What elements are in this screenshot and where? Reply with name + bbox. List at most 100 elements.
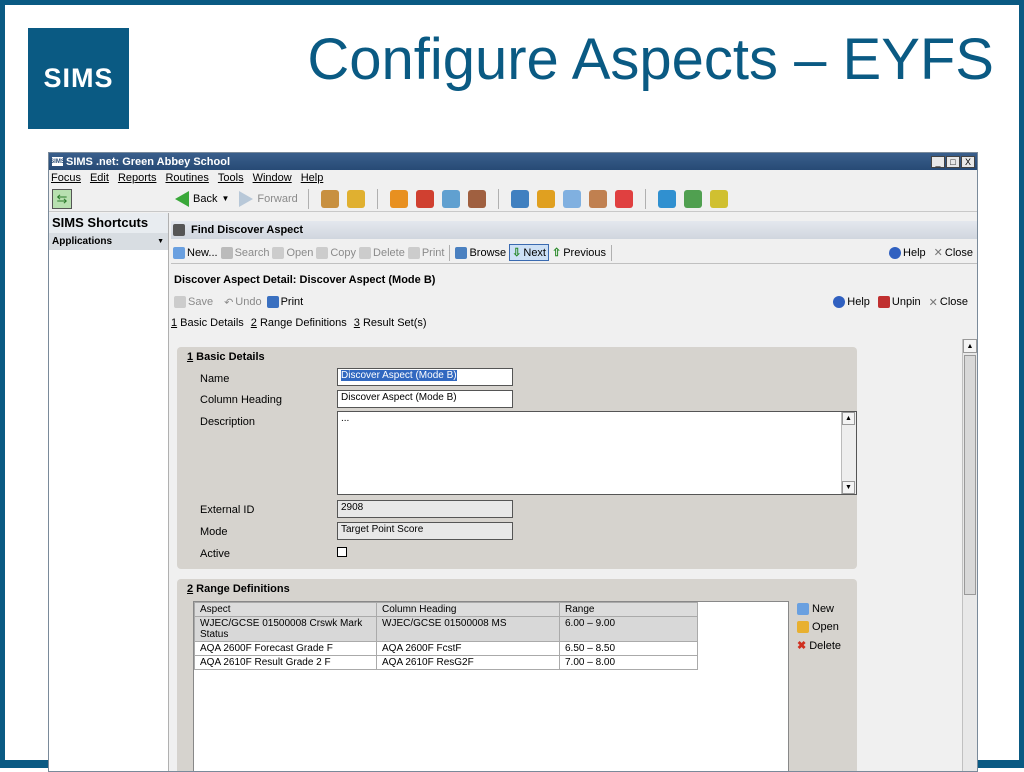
table-row[interactable]: AQA 2610F Result Grade 2 F AQA 2610F Res… [194,655,698,670]
new-icon [797,603,809,615]
new-button[interactable]: New... [173,246,218,259]
applications-dropdown[interactable]: Applications ▼ [49,233,168,250]
people-icon[interactable] [320,189,339,208]
switch-arrows-icon[interactable]: ⇆ [52,188,72,209]
back-dropdown-icon[interactable]: ▼ [221,194,229,203]
link-basic-details[interactable]: 1 Basic Details [171,317,244,329]
undo-button[interactable]: ↶ Undo [224,296,262,309]
delete-label: Delete [373,246,405,259]
import-icon[interactable] [683,189,702,208]
unpin-button[interactable]: Unpin [877,296,921,308]
report-icon[interactable] [536,189,555,208]
column-heading-field[interactable]: Discover Aspect (Mode B) [337,390,513,408]
toolbar-separator [611,244,613,261]
back-arrow-icon[interactable] [175,190,189,207]
detail-close-button[interactable]: ✕ Close [929,296,968,309]
forward-button[interactable]: Forward [257,193,297,205]
browse-icon [455,246,468,259]
forward-arrow-icon[interactable] [239,190,254,207]
column-header-heading[interactable]: Column Heading [376,602,560,617]
chart-icon[interactable] [510,189,529,208]
document-icon[interactable] [562,189,581,208]
menu-edit[interactable]: Edit [90,172,109,184]
column-heading-label: Column Heading [200,394,282,406]
link-result-sets[interactable]: 3 Result Set(s) [354,317,427,329]
mode-label: Mode [200,526,228,538]
link-range-definitions[interactable]: 2 Range Definitions [251,317,347,329]
description-value: ... [341,413,350,424]
open-button[interactable]: Open [272,246,313,259]
flags-icon[interactable] [415,189,434,208]
description-label: Description [200,416,256,428]
copy-button[interactable]: Copy [316,246,356,259]
print-button[interactable]: Print [407,246,444,259]
window-title: SIMS .net: Green Abbey School [66,155,231,168]
column-header-aspect[interactable]: Aspect [194,602,377,617]
undo-label: Undo [235,296,262,308]
range-delete-button[interactable]: ✖ Delete [797,639,841,653]
table-row[interactable]: WJEC/GCSE 01500008 Crswk Mark Status WJE… [194,616,698,642]
next-button[interactable]: ⇩ Next [509,244,549,261]
group-icon[interactable] [467,189,486,208]
scroll-thumb[interactable] [964,355,976,595]
maximize-button[interactable]: □ [946,155,960,168]
shortcuts-pane: SIMS Shortcuts Applications ▼ [49,213,169,771]
folder-open-icon [797,621,809,633]
new-label: New... [187,246,218,259]
vertical-scrollbar[interactable]: ▲ [962,339,977,771]
detail-help-button[interactable]: Help [833,296,870,308]
menu-routines[interactable]: Routines [165,172,208,184]
staff-icon[interactable] [588,189,607,208]
menu-tools[interactable]: Tools [218,172,244,184]
folder-icon[interactable] [389,189,408,208]
basic-details-title: 1 Basic Details [177,347,857,363]
back-button[interactable]: Back [193,193,217,205]
scroll-down-icon[interactable]: ▼ [842,481,855,494]
menu-bar: Focus Edit Reports Routines Tools Window… [49,170,977,186]
column-header-range[interactable]: Range [559,602,698,617]
delete-button[interactable]: Delete [359,246,405,259]
minimize-button[interactable]: _ [931,155,945,168]
active-checkbox[interactable] [337,547,347,557]
description-field[interactable]: ... ▲ ▼ [337,411,857,495]
range-open-button[interactable]: Open [797,621,841,633]
close-icon: ✕ [933,247,943,259]
help-button[interactable]: Help [889,246,926,259]
external-id-label: External ID [200,504,255,516]
name-label: Name [200,373,230,385]
name-field[interactable]: Discover Aspect (Mode B) [337,368,513,386]
window-titlebar: SIMS SIMS .net: Green Abbey School _ □ X [49,153,977,170]
menu-help[interactable]: Help [301,172,324,184]
settings-icon[interactable] [709,189,728,208]
scroll-up-icon[interactable]: ▲ [842,412,855,425]
find-bar: Find Discover Aspect [171,221,977,239]
person-icon[interactable] [346,189,365,208]
table-row[interactable]: AQA 2600F Forecast Grade F AQA 2600F Fcs… [194,641,698,656]
close-window-button[interactable]: X [961,155,975,168]
search-button[interactable]: Search [220,246,269,259]
mail-icon[interactable] [441,189,460,208]
table-cell: AQA 2600F FcstF [376,641,560,656]
find-title: Find Discover Aspect [191,224,304,236]
save-button[interactable]: Save [174,296,213,308]
close-button[interactable]: ✕ Close [933,246,973,260]
range-new-button[interactable]: New [797,603,841,615]
previous-button[interactable]: ⇧ Previous [552,246,606,260]
app-icon: SIMS [50,157,65,166]
description-scrollbar[interactable]: ▲ ▼ [841,412,856,494]
mode-field: Target Point Score [337,522,513,540]
link-label: Range Definitions [256,317,347,329]
menu-focus[interactable]: Focus [51,172,81,184]
scroll-up-icon[interactable]: ▲ [963,339,977,353]
range-table: Aspect Column Heading Range WJEC/GCSE 01… [194,602,698,670]
new-icon [173,246,185,259]
main-toolbar: ⇆ Back ▼ Forward [49,186,977,212]
menu-reports[interactable]: Reports [118,172,157,184]
browse-button[interactable]: Browse [455,246,506,259]
menu-window[interactable]: Window [253,172,292,184]
up-arrow-icon: ⇧ [552,247,562,259]
export-icon[interactable] [657,189,676,208]
print-icon [407,246,420,259]
clock-icon[interactable] [614,189,633,208]
detail-print-button[interactable]: Print [266,296,303,308]
